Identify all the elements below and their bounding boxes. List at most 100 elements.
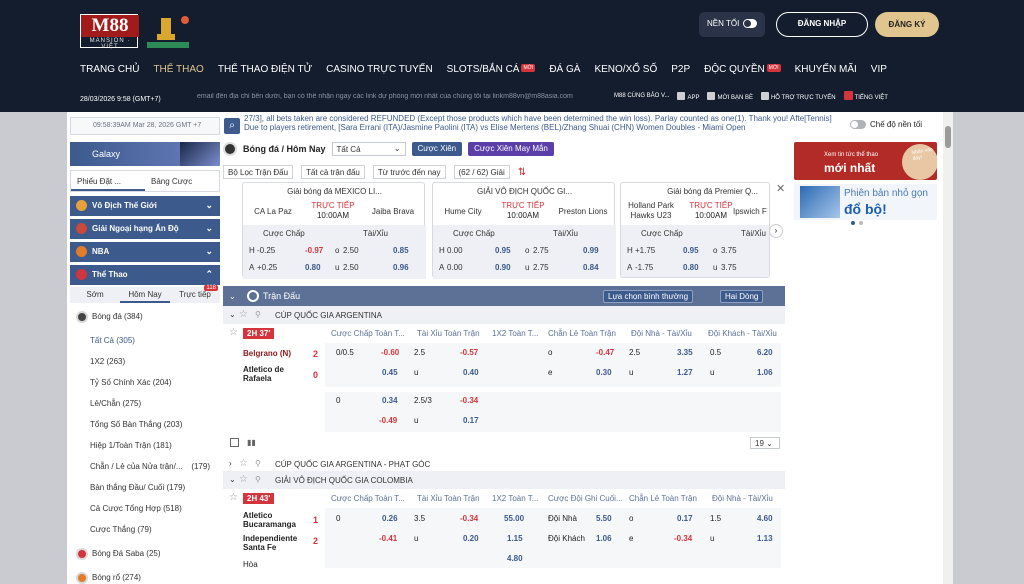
hl-odd[interactable]: 0.90 [495,263,511,272]
nav-p2p[interactable]: P2P [671,64,690,78]
sort-icon[interactable]: ⇅ [518,167,526,178]
carousel-dot[interactable] [859,221,863,225]
star-icon[interactable]: ☆ [239,474,248,485]
odd-value[interactable]: 1.13 [757,534,773,543]
nav-slots[interactable]: SLOTS/BẮN CÁ MỚI [447,64,536,78]
sidebar-item-correct-score[interactable]: Tỷ Số Chính Xác (204) [70,378,220,398]
nav-promotions[interactable]: KHUYẾN MÃI [795,64,857,78]
odd-value[interactable]: 3.35 [677,348,693,357]
odd-value[interactable]: 0.17 [463,416,479,425]
sort-select[interactable]: Lựa chọn bình thường [603,290,694,303]
odd-value[interactable]: -0.41 [379,534,397,543]
mobile-version-banner[interactable]: Phiên bản nhỏ gọn đổ bộ! [794,184,937,220]
hl-odd[interactable]: 0.80 [305,263,321,272]
sidebar-item-combo[interactable]: Cả Cược Tổng Hợp (518) [70,504,220,524]
league-select[interactable]: (62 / 62) Giải [453,165,510,179]
page-size-select[interactable]: 19 ⌄ [750,437,780,449]
nav-sports[interactable]: THỂ THAO [153,64,203,78]
odd-value[interactable]: -0.34 [460,514,478,523]
odd-value[interactable]: -0.34 [460,396,478,405]
nav-casino[interactable]: CASINO TRỰC TUYẾN [326,64,433,78]
sidebar-section-world-cup[interactable]: Vô Địch Thế Giới ⌄ [70,196,220,216]
chevron-right-icon[interactable]: › [769,224,783,238]
stats-icon[interactable]: ▮▮ [247,438,256,447]
star-icon[interactable]: ☆ [239,309,248,320]
odd-value[interactable]: -0.47 [596,348,614,357]
highlight-card[interactable]: GIẢI VÔ ĐỊCH QUỐC GI... Hume City TRỰC T… [432,182,616,279]
night-mode-toggle[interactable]: Chế độ nền tối [850,120,922,129]
galaxy-banner[interactable]: Galaxy [70,142,220,166]
nav-vip[interactable]: VIP [871,64,887,78]
sidebar-item-half-odd-even[interactable]: Chẵn / Lẻ của Nửa trận/... (179) [70,462,220,482]
sidebar-item-basketball[interactable]: Bóng rổ (274) [70,572,220,584]
nav-esports[interactable]: THỂ THAO ĐIỆN TỬ [218,64,312,78]
scrollbar[interactable] [943,112,953,584]
m88-logo[interactable]: M88 MANSION · VIỆT [80,14,139,50]
nav-exclusive[interactable]: ĐỘC QUYỀN MỚI [704,64,781,78]
link-notice[interactable]: M88 CÙNG BẢO V... [614,93,669,99]
hl-odd[interactable]: 0.99 [583,246,599,255]
odd-value[interactable]: 1.06 [757,368,773,377]
register-button[interactable]: ĐĂNG KÝ [875,12,939,37]
odd-value[interactable]: 0.45 [382,368,398,377]
dark-mode-toggle[interactable]: NỀN TỐI [699,12,765,37]
hl-odd[interactable]: 0.80 [683,263,699,272]
sports-news-banner[interactable]: Xem tin tức thể thao mới nhất Nhấn vào đ… [794,142,937,180]
league-row[interactable]: ⌄ ☆ ⚲ GIẢI VÔ ĐỊCH QUỐC GIA COLOMBIA [223,471,785,489]
league-row[interactable]: ⌄ ☆ ⚲ CÚP QUỐC GIA ARGENTINA [223,306,785,324]
sidebar-item-football[interactable]: Bóng đá (384) [70,311,220,332]
highlight-card[interactable]: Giải bóng đá MEXICO LI... CA La Paz TRỰC… [242,182,426,279]
sidebar-item-total-goals[interactable]: Tổng Số Bàn Thắng (203) [70,420,220,440]
odd-value[interactable]: 1.27 [677,368,693,377]
odd-value[interactable]: 1.15 [507,534,523,543]
tab-betslip[interactable]: Phiếu Đặt ... [71,171,145,191]
nav-keno[interactable]: KENO/XỔ SỐ [594,64,657,78]
odd-value[interactable]: 0.30 [596,368,612,377]
odd-value[interactable]: 0.40 [463,368,479,377]
sidebar-section-ipl[interactable]: Giải Ngoại hạng Ấn Độ ⌄ [70,219,220,239]
chevron-down-icon[interactable]: ⌄ [229,292,236,301]
star-icon[interactable]: ☆ [239,458,248,469]
tab-bet-list[interactable]: Bảng Cược [145,171,219,191]
star-icon[interactable]: ☆ [229,492,238,503]
tab-live[interactable]: Trực tiếp 118 [170,285,220,303]
odd-value[interactable]: 4.80 [507,554,523,563]
odd-value[interactable]: 5.50 [596,514,612,523]
tab-early[interactable]: Sớm [70,287,120,303]
sidebar-item-first-last-goal[interactable]: Bàn thắng Đầu/ Cuối (179) [70,483,220,503]
sidebar-item-odd-even[interactable]: Lẻ/Chẵn (275) [70,399,220,419]
search-icon[interactable]: ⌕ [224,118,240,134]
star-icon[interactable]: ☆ [229,327,238,338]
toggle-switch-icon[interactable] [743,19,757,28]
link-support[interactable]: HỖ TRỢ TRỰC TUYẾN [760,91,836,101]
parlay-button[interactable]: Cược Xiên [411,142,463,156]
sidebar-item-saba-soccer[interactable]: Bóng Đá Saba (25) [70,548,220,569]
sidebar-section-sports[interactable]: Thể Thao ⌃ [70,265,220,285]
sidebar-item-ht-ft[interactable]: Hiệp 1/Toàn Trận (181) [70,441,220,461]
match-filter-select[interactable]: Bộ Lọc Trận Đấu [223,165,294,179]
hl-odd[interactable]: 0.85 [393,246,409,255]
odd-value[interactable]: -0.57 [460,348,478,357]
list-icon[interactable] [230,438,239,447]
odd-value[interactable]: 0.26 [382,514,398,523]
nav-home[interactable]: TRANG CHỦ [80,64,139,78]
scrollbar-thumb[interactable] [945,126,951,148]
time-range-select[interactable]: Từ trước đến nay [372,165,446,179]
odd-value[interactable]: -0.34 [674,534,692,543]
odd-value[interactable]: 0.17 [677,514,693,523]
link-language[interactable]: TIẾNG VIỆT [843,91,888,101]
sidebar-item-all[interactable]: Tất Cả (305) [70,336,220,356]
odd-value[interactable]: 6.20 [757,348,773,357]
hl-odd[interactable]: 0.84 [583,263,599,272]
match-type-select[interactable]: Tất cả trận đấu [301,165,365,179]
carousel-dot[interactable] [851,221,855,225]
sidebar-item-outright[interactable]: Cược Thắng (79) [70,525,220,545]
sidebar-section-nba[interactable]: NBA ⌄ [70,242,220,262]
close-icon[interactable]: ✕ [776,182,785,195]
odd-value[interactable]: -0.60 [381,348,399,357]
view-select[interactable]: Hai Dòng [720,290,764,303]
hl-odd[interactable]: 0.95 [495,246,511,255]
login-button[interactable]: ĐĂNG NHẬP [776,12,868,37]
odd-value[interactable]: 55.00 [504,514,524,523]
odd-value[interactable]: 0.34 [382,396,398,405]
